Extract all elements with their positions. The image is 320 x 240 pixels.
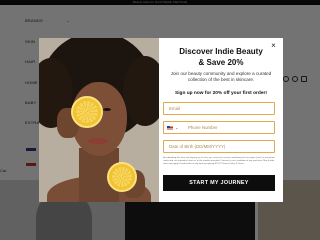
start-journey-button[interactable]: START MY JOURNEY xyxy=(163,175,275,191)
model-photo xyxy=(39,38,159,202)
signup-popup: × Discover Indie Beauty & Save 20% Join … xyxy=(39,38,283,202)
popup-offer: Sign up now for 20% off your first order… xyxy=(175,91,267,96)
popup-title: Discover Indie Beauty & Save 20% xyxy=(163,46,279,68)
phone-field[interactable]: ⌄ Phone Number xyxy=(163,121,275,134)
popup-content: × Discover Indie Beauty & Save 20% Join … xyxy=(159,38,283,202)
legal-disclaimer: By submitting this form and signing up v… xyxy=(163,157,275,165)
us-flag-icon[interactable] xyxy=(167,125,173,130)
lemon-slice xyxy=(107,162,137,192)
popup-title-line1: Discover Indie Beauty xyxy=(179,47,263,56)
popup-title-line2: & Save 20% xyxy=(198,58,244,67)
popup-description: Join our beauty community and explore a … xyxy=(170,71,272,82)
lemon-slice xyxy=(71,96,103,128)
phone-placeholder: Phone Number xyxy=(188,125,218,130)
birthdate-field[interactable]: Date of Birth (DD/MM/YYYY) xyxy=(163,140,275,153)
email-field[interactable]: Email xyxy=(163,102,275,115)
chevron-down-icon[interactable]: ⌄ xyxy=(175,122,178,133)
